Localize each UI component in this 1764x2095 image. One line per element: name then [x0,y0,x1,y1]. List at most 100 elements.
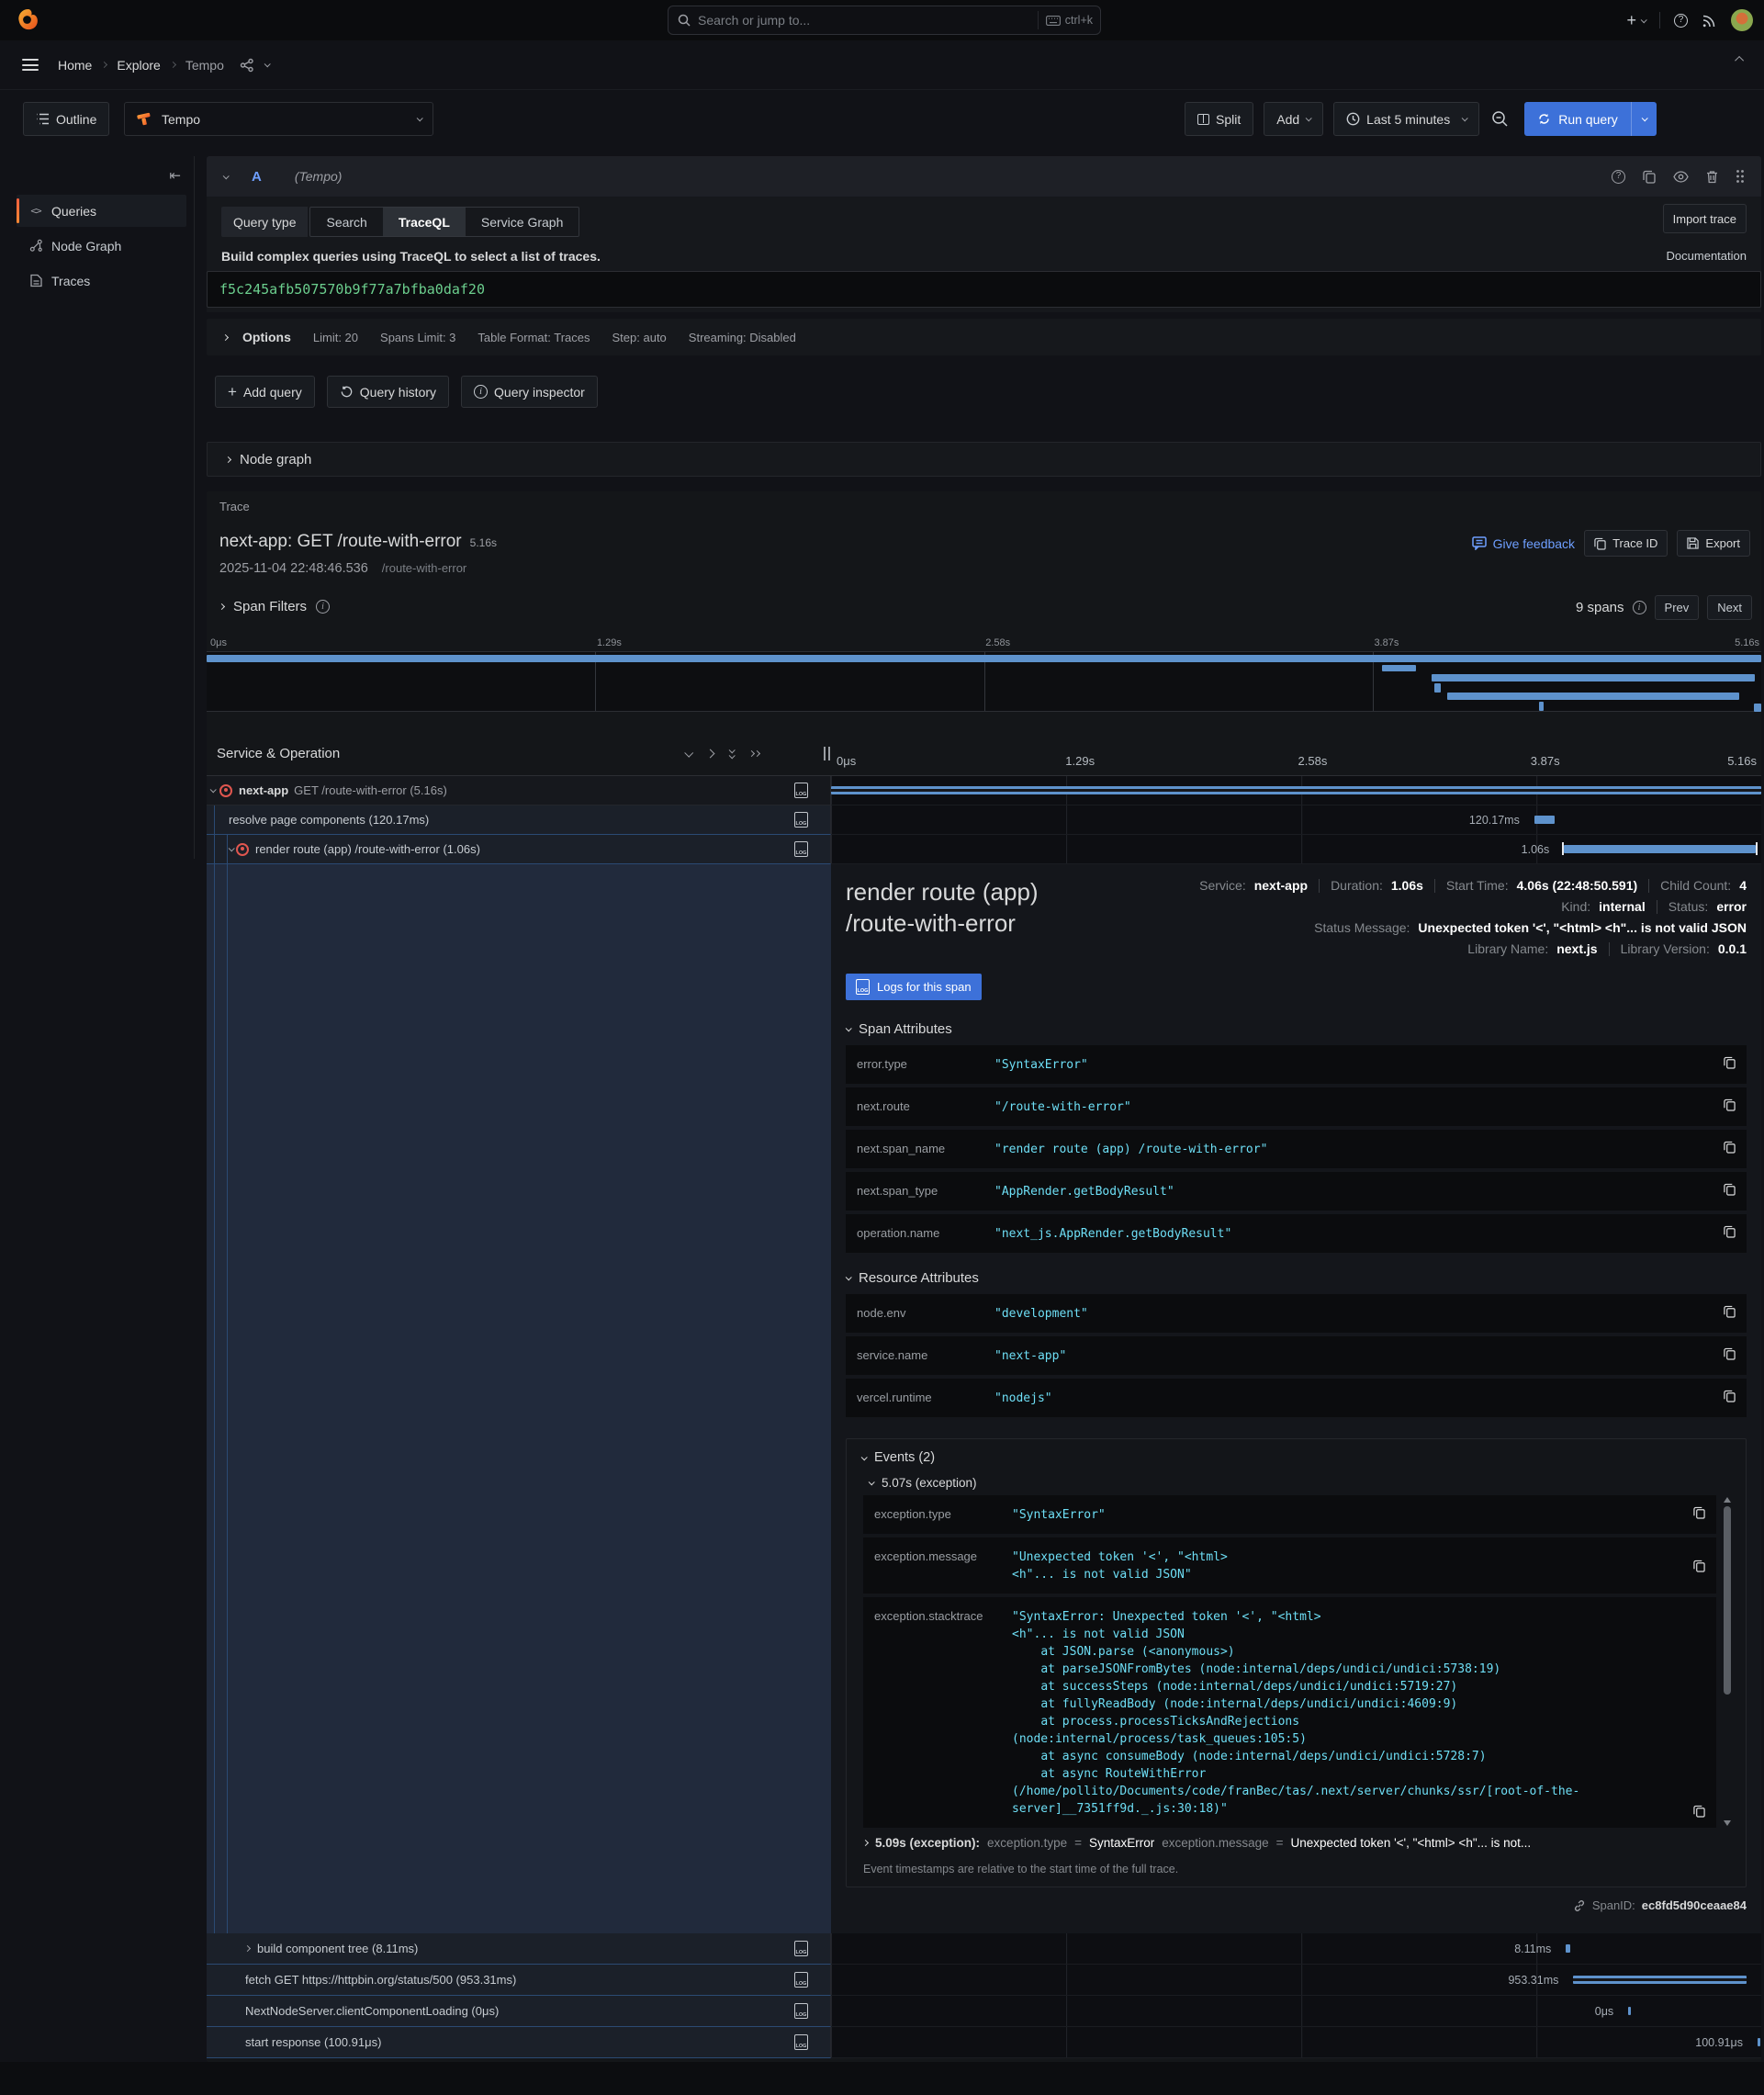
give-feedback-link[interactable]: Give feedback [1472,536,1576,551]
log-icon[interactable] [794,2003,808,2019]
eye-icon[interactable] [1673,171,1689,183]
chevron-right-icon[interactable] [244,1945,251,1952]
span-bar[interactable] [1564,845,1756,853]
drag-handle-icon[interactable] [1736,169,1745,184]
tab-service-graph[interactable]: Service Graph [466,208,579,236]
span-bar[interactable] [1628,2007,1631,2015]
span-row-label[interactable]: next-app GET /route-with-error (5.16s) [207,776,831,805]
export-button[interactable]: Export [1677,530,1750,557]
log-icon[interactable] [794,812,808,828]
expand-all-icon[interactable] [749,751,759,756]
column-resize-handle[interactable] [824,747,830,760]
log-icon[interactable] [794,783,808,798]
expand-one-icon[interactable] [706,749,715,759]
collapse-all-icon[interactable] [729,749,734,759]
sidebar-item-queries[interactable]: <> Queries [17,195,186,227]
span-waterfall-cell[interactable]: 100.91μs [831,2027,1761,2058]
span-waterfall-cell[interactable]: 0μs [831,1996,1761,2027]
chevron-down-icon[interactable] [229,845,235,851]
datasource-picker[interactable]: Tempo [124,102,433,136]
copy-icon[interactable] [1693,1506,1705,1519]
trace-id-button[interactable]: Trace ID [1584,530,1668,557]
span-bar[interactable] [1566,1944,1570,1953]
log-icon[interactable] [794,841,808,857]
outline-button[interactable]: Outline [23,102,109,136]
copy-icon[interactable] [1724,1390,1736,1402]
add-button[interactable]: Add [1264,102,1323,136]
help-icon[interactable]: ? [1612,170,1625,184]
time-range-picker[interactable]: Last 5 minutes [1333,102,1479,136]
span-bar[interactable] [1534,816,1555,824]
sidebar-item-node-graph[interactable]: Node Graph [17,230,186,262]
breadcrumb-explore[interactable]: Explore [117,58,160,73]
copy-icon[interactable] [1693,1560,1705,1572]
query-history-button[interactable]: Query history [327,376,449,408]
span-waterfall-cell[interactable]: 8.11ms [831,1933,1761,1965]
copy-icon[interactable] [1693,1805,1705,1818]
new-menu-button[interactable]: + [1626,11,1646,30]
query-inspector-button[interactable]: i Query inspector [461,376,598,408]
span-bar[interactable] [831,786,1761,794]
tab-traceql[interactable]: TraceQL [383,208,466,236]
add-query-button[interactable]: + Add query [215,376,315,408]
import-trace-button[interactable]: Import trace [1663,204,1747,233]
split-button[interactable]: Split [1185,102,1253,136]
logs-for-span-button[interactable]: Logs for this span [846,974,982,1000]
link-icon[interactable] [1573,1899,1586,1912]
span-waterfall-cell[interactable]: 1.06s [831,835,1761,864]
log-icon[interactable] [794,2034,808,2050]
help-icon[interactable]: ? [1674,14,1688,28]
news-icon[interactable] [1702,13,1717,28]
span-waterfall-cell[interactable] [831,776,1761,805]
minimap-bars[interactable] [207,651,1761,712]
copy-icon[interactable] [1724,1225,1736,1238]
scrollbar-thumb[interactable] [1724,1506,1731,1695]
grafana-logo-icon[interactable] [16,7,40,32]
node-graph-section[interactable]: Node graph [207,442,1761,477]
menu-icon[interactable] [22,59,39,71]
span-bar[interactable] [1573,1976,1746,1984]
log-icon[interactable] [794,1972,808,1988]
documentation-link[interactable]: Documentation [1667,249,1747,264]
span-filters-toggle[interactable]: Span Filters i [219,599,330,614]
traceql-query-input[interactable]: f5c245afb507570b9f77a7bfba0daf20 [207,271,1761,308]
span-row-label[interactable]: NextNodeServer.clientComponentLoading (0… [207,1996,831,2027]
copy-icon[interactable] [1724,1098,1736,1111]
scroll-up-icon[interactable] [1724,1497,1731,1503]
collapse-sidebar-icon[interactable]: ⇤ [169,167,181,184]
scroll-down-icon[interactable] [1724,1820,1731,1826]
event-2-toggle[interactable]: 5.09s (exception): exception.type = Synt… [856,1828,1736,1853]
log-icon[interactable] [794,1941,808,1956]
breadcrumb-home[interactable]: Home [58,58,92,73]
chevron-down-icon[interactable] [264,61,271,67]
copy-icon[interactable] [1724,1183,1736,1196]
next-button[interactable]: Next [1707,595,1752,620]
search-input[interactable] [698,13,1030,28]
span-row-label[interactable]: render route (app) /route-with-error (1.… [207,835,831,864]
span-row-label[interactable]: build component tree (8.11ms) [207,1933,831,1965]
copy-icon[interactable] [1724,1347,1736,1360]
avatar[interactable] [1731,9,1753,31]
share-icon[interactable] [240,58,254,73]
resource-attributes-toggle[interactable]: Resource Attributes [846,1270,1747,1286]
span-waterfall-cell[interactable]: 953.31ms [831,1965,1761,1996]
run-query-button[interactable]: Run query [1524,102,1657,136]
span-bar[interactable] [1758,2038,1760,2046]
zoom-out-icon[interactable] [1491,110,1509,128]
copy-icon[interactable] [1724,1141,1736,1154]
trash-icon[interactable] [1706,170,1718,184]
copy-icon[interactable] [1724,1056,1736,1069]
copy-icon[interactable] [1724,1305,1736,1318]
query-options-row[interactable]: Options Limit: 20 Spans Limit: 3 Table F… [207,319,1761,355]
query-row-header[interactable]: A (Tempo) ? [207,156,1761,197]
search-bar[interactable]: ctrl+k [668,6,1101,35]
chevron-down-icon[interactable] [210,786,217,793]
span-row-label[interactable]: resolve page components (120.17ms) [207,805,831,835]
span-row-label[interactable]: fetch GET https://httpbin.org/status/500… [207,1965,831,1996]
span-attributes-toggle[interactable]: Span Attributes [846,1021,1747,1037]
sidebar-item-traces[interactable]: Traces [17,265,186,297]
events-toggle[interactable]: Events (2) [856,1447,1736,1472]
span-waterfall-cell[interactable]: 120.17ms [831,805,1761,835]
events-scrollbar[interactable] [1722,1497,1733,1826]
collapse-one-icon[interactable] [684,749,693,758]
